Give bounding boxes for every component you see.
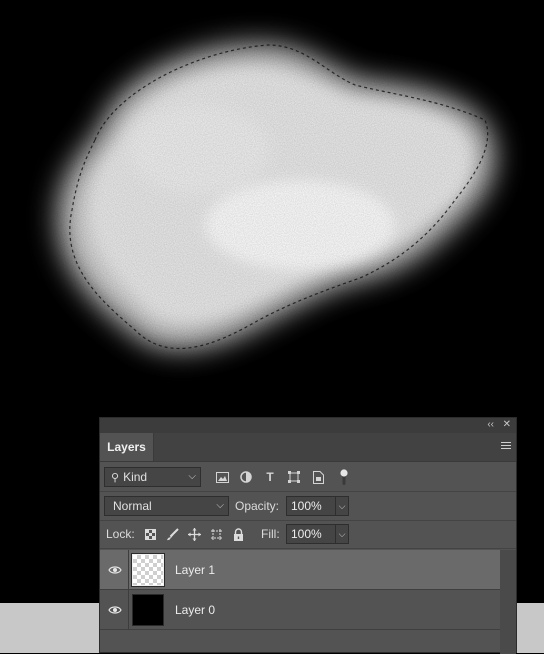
blend-row: Normal ⌵ Opacity: 100% ⌵ [100, 496, 516, 516]
prevent-auto-nesting-icon[interactable] [208, 525, 224, 543]
layers-panel: ‹‹ ✕ Layers ⚲ Kind ⌵ T Normal ⌵ Opacity:… [99, 417, 517, 654]
tab-layers[interactable]: Layers [100, 433, 154, 461]
type-filter-icon[interactable]: T [262, 467, 278, 487]
layer-name[interactable]: Layer 0 [175, 603, 215, 617]
divider [100, 548, 516, 549]
pixel-filter-icon[interactable] [214, 467, 230, 487]
lock-all-icon[interactable] [230, 525, 246, 543]
blend-mode-dropdown[interactable]: Normal ⌵ [104, 496, 229, 516]
opacity-slider-toggle[interactable]: ⌵ [335, 496, 349, 516]
adjustment-filter-icon[interactable] [238, 467, 254, 487]
close-icon[interactable]: ✕ [503, 419, 511, 431]
layer-name[interactable]: Layer 1 [175, 563, 215, 577]
search-icon: ⚲ [111, 471, 120, 484]
lock-row: Lock: Fill: 100% ⌵ [100, 524, 516, 544]
filter-kind-dropdown[interactable]: ⚲ Kind ⌵ [104, 467, 201, 487]
double-chevron-right-icon[interactable]: ‹‹ [487, 419, 494, 431]
lock-transparent-pixels-icon[interactable] [142, 525, 158, 543]
scrollbar[interactable] [500, 550, 516, 654]
layer-thumbnail-black [132, 594, 164, 626]
chevron-down-icon: ⌵ [188, 471, 196, 482]
divider [100, 491, 516, 492]
layer-thumbnail-transparent [131, 553, 165, 587]
blend-mode-value: Normal [113, 499, 152, 513]
filter-kind-label: Kind [123, 470, 148, 484]
eye-icon[interactable] [108, 603, 122, 617]
opacity-input[interactable]: 100% [286, 496, 336, 516]
lock-position-icon[interactable] [186, 525, 202, 543]
panel-tab-bar: Layers [100, 433, 516, 462]
filter-toggle-icon[interactable] [336, 467, 352, 487]
lock-label: Lock: [106, 527, 135, 541]
filter-row: ⚲ Kind ⌵ T [100, 467, 516, 487]
layer-row-layer-0[interactable]: Layer 0 [100, 590, 500, 630]
eye-icon[interactable] [108, 563, 122, 577]
divider [100, 520, 516, 521]
fill-slider-toggle[interactable]: ⌵ [335, 524, 349, 544]
shape-filter-icon[interactable] [286, 467, 302, 487]
panel-menu-icon[interactable] [501, 442, 511, 452]
fill-input[interactable]: 100% [286, 524, 336, 544]
panel-title-bar[interactable]: ‹‹ ✕ [100, 418, 516, 433]
chevron-down-icon: ⌵ [216, 500, 224, 511]
fill-label: Fill: [261, 527, 280, 541]
smart-object-filter-icon[interactable] [310, 467, 326, 487]
lock-image-pixels-icon[interactable] [164, 525, 180, 543]
layer-row-layer-1[interactable]: Layer 1 [100, 550, 500, 590]
visibility-column-divider [128, 590, 129, 630]
opacity-label: Opacity: [235, 499, 280, 513]
visibility-column-divider [128, 550, 129, 590]
